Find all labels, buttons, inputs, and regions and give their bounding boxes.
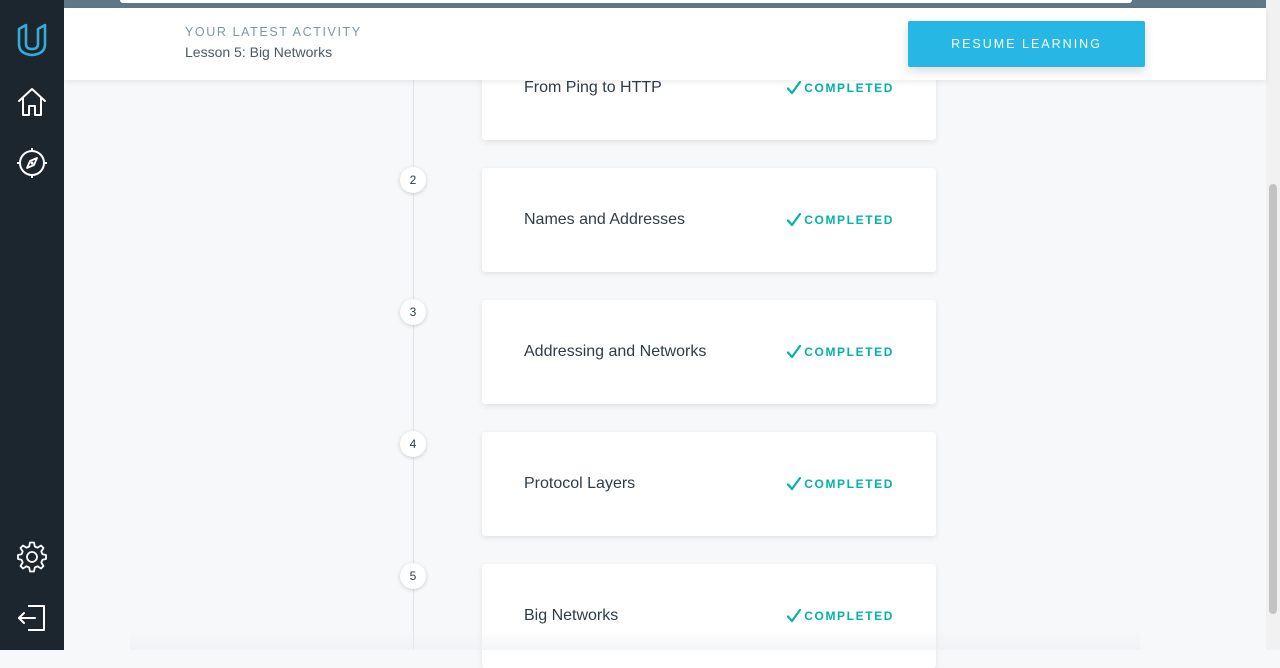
completed-status: COMPLETED (787, 477, 894, 491)
bottom-fade-overlay (130, 630, 1140, 650)
lesson-number-badge: 2 (400, 167, 426, 193)
completed-status: COMPLETED (787, 81, 894, 95)
completed-status: COMPLETED (787, 609, 894, 623)
check-icon (787, 345, 802, 359)
udacity-logo-icon[interactable] (14, 22, 50, 58)
lesson-card-title: From Ping to HTTP (524, 79, 662, 96)
latest-lesson-title[interactable]: Lesson 5: Big Networks (185, 44, 332, 60)
lesson-number-badge: 3 (400, 299, 426, 325)
completed-status: COMPLETED (787, 213, 894, 227)
lesson-number-badge: 5 (400, 563, 426, 589)
home-icon[interactable] (14, 84, 50, 120)
completed-status-text: COMPLETED (804, 345, 894, 359)
completed-status: COMPLETED (787, 345, 894, 359)
lesson-card-title: Protocol Layers (524, 475, 636, 492)
check-icon (787, 477, 802, 491)
lesson-card-title: Addressing and Networks (524, 343, 707, 360)
lesson-card-addressing-and-networks[interactable]: Addressing and Networks COMPLETED (482, 300, 936, 404)
latest-activity-label: YOUR LATEST ACTIVITY (185, 25, 362, 39)
lesson-card-big-networks[interactable]: Big Networks COMPLETED (482, 564, 936, 668)
check-icon (787, 609, 802, 623)
top-strip-panel (120, 0, 1132, 3)
logout-icon[interactable] (14, 600, 50, 636)
completed-status-text: COMPLETED (804, 213, 894, 227)
lesson-card-protocol-layers[interactable]: Protocol Layers COMPLETED (482, 432, 936, 536)
check-icon (787, 81, 802, 95)
scrollbar-thumb[interactable] (1269, 184, 1277, 614)
check-icon (787, 213, 802, 227)
compass-icon[interactable] (14, 145, 50, 181)
resume-learning-button[interactable]: RESUME LEARNING (908, 21, 1145, 67)
completed-status-text: COMPLETED (804, 477, 894, 491)
completed-status-text: COMPLETED (804, 609, 894, 623)
lesson-card-title: Big Networks (524, 607, 619, 624)
sidebar (0, 0, 64, 650)
lesson-card-title: Names and Addresses (524, 211, 685, 228)
latest-activity-header: YOUR LATEST ACTIVITY Lesson 5: Big Netwo… (64, 8, 1266, 80)
lesson-card-names-and-addresses[interactable]: Names and Addresses COMPLETED (482, 168, 936, 272)
gear-icon[interactable] (14, 539, 50, 575)
lesson-number-badge: 4 (400, 431, 426, 457)
completed-status-text: COMPLETED (804, 81, 894, 95)
browser-top-strip (0, 0, 1280, 8)
